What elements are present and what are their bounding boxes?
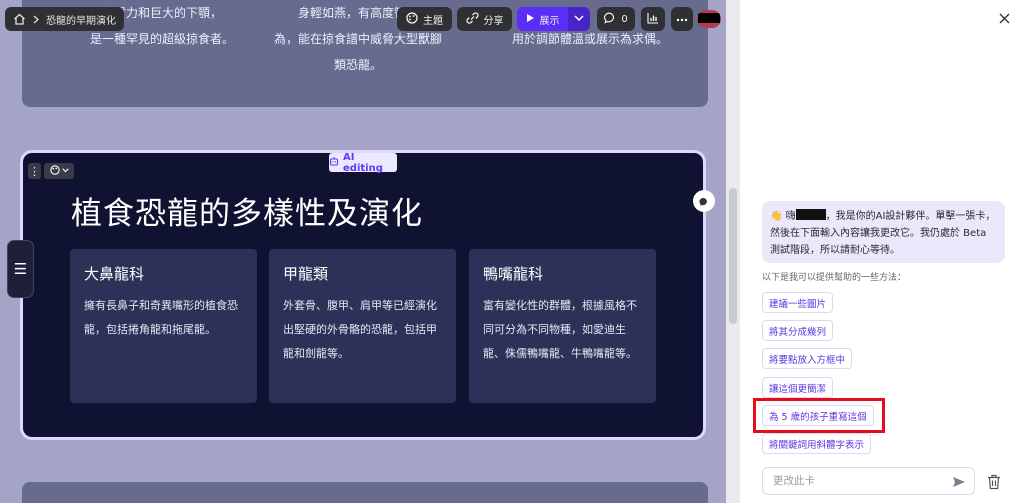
content-box-title[interactable]: 鴨嘴龍科 xyxy=(483,263,642,284)
palette-icon xyxy=(49,164,60,178)
card-edit-input-wrapper[interactable] xyxy=(762,467,975,495)
card-title[interactable]: 植食恐龍的多樣性及演化 xyxy=(71,188,423,233)
suggestion-button[interactable]: 將關鍵詞用斜體字表示 xyxy=(762,433,872,454)
breadcrumb[interactable]: 恐龍的早期演化 xyxy=(5,7,124,31)
assistant-greeting: 👋 嗨，我是你的AI設計夥伴。單擊一張卡，然後在下面輸入內容讓我更改它。我仍處於… xyxy=(762,201,1005,263)
menu-icon: ☰ xyxy=(13,260,28,278)
analytics-button[interactable] xyxy=(641,7,665,31)
add-comment-button[interactable] xyxy=(693,190,715,212)
text-line: 類恐龍。 xyxy=(333,58,382,72)
highlight-box xyxy=(753,398,885,433)
close-icon xyxy=(999,10,1010,28)
link-icon xyxy=(465,11,479,27)
play-icon xyxy=(526,13,535,26)
comments-count: 0 xyxy=(621,13,628,25)
suggestion-button[interactable]: 將要點放入方框中 xyxy=(762,348,853,369)
card-menu-button[interactable]: ⋮ xyxy=(28,163,41,179)
share-button[interactable]: 分享 xyxy=(457,7,512,31)
outline-toggle[interactable]: ☰ xyxy=(7,240,34,298)
content-box-title[interactable]: 大鼻龍科 xyxy=(84,263,243,284)
suggestion-button[interactable]: 讓這個更簡潔 xyxy=(762,377,834,398)
content-box-title[interactable]: 甲龍類 xyxy=(283,263,442,284)
home-icon[interactable] xyxy=(13,13,26,25)
redacted-name xyxy=(795,209,826,220)
content-box[interactable]: 大鼻龍科 擁有長鼻子和奇異嘴形的植食恐龍，包括捲角龍和拖尾龍。 xyxy=(70,249,257,403)
content-box[interactable]: 鴨嘴龍科 富有變化性的群體，根據風格不同可分為不同物種，如愛迪生龍、侏儒鴨嘴龍、… xyxy=(469,249,656,403)
share-label: 分享 xyxy=(483,15,504,27)
scrollbar-thumb[interactable] xyxy=(729,188,737,324)
more-horizontal-icon xyxy=(676,14,688,25)
avatar-redaction xyxy=(698,13,720,23)
chevron-right-icon xyxy=(33,15,39,24)
card-edit-input[interactable] xyxy=(773,475,943,487)
present-options-button[interactable] xyxy=(568,7,590,31)
bar-chart-icon xyxy=(647,12,659,27)
ai-editing-label: AI editing xyxy=(343,151,383,174)
more-options-button[interactable] xyxy=(671,7,693,31)
suggestion-button[interactable]: 建議一些圖片 xyxy=(762,292,834,313)
palette-icon xyxy=(406,11,418,27)
close-panel-button[interactable] xyxy=(994,9,1014,29)
content-box[interactable]: 甲龍類 外套骨、腹甲、肩甲等已經演化出堅硬的外骨骼的恐龍，包括甲龍和劍龍等。 xyxy=(269,249,456,403)
chevron-down-icon xyxy=(574,14,584,25)
greeting-prefix: 👋 嗨 xyxy=(770,211,796,222)
previous-card-column-3: 用於調節體溫或展示為求偶。 xyxy=(480,0,700,52)
theme-label: 主題 xyxy=(423,15,443,27)
content-box-body[interactable]: 擁有長鼻子和奇異嘴形的植食恐龍，包括捲角龍和拖尾龍。 xyxy=(84,294,243,342)
help-label: 以下是我可以提供幫助的一些方法： xyxy=(762,273,907,283)
next-card[interactable] xyxy=(22,482,708,503)
send-icon[interactable] xyxy=(952,474,966,488)
editor-canvas: 的臂力和巨大的下顎， 是一種罕見的超級掠食者。 身輕如燕，有高度智商 為，能在掠… xyxy=(0,0,726,503)
content-box-body[interactable]: 富有變化性的群體，根據風格不同可分為不同物種，如愛迪生龍、侏儒鴨嘴龍、牛鴨嘴龍等… xyxy=(483,294,642,366)
comments-button[interactable]: 0 xyxy=(597,7,635,31)
present-button[interactable]: 展示 xyxy=(517,7,568,31)
more-vertical-icon: ⋮ xyxy=(29,164,40,178)
trash-icon[interactable] xyxy=(987,474,1001,490)
ai-editing-badge: AI editing xyxy=(329,151,397,174)
chevron-down-icon xyxy=(61,166,69,176)
comment-icon xyxy=(699,192,709,211)
suggestion-button[interactable]: 將其分成幾列 xyxy=(762,320,834,341)
theme-button[interactable]: 主題 xyxy=(397,7,452,31)
card-style-button[interactable] xyxy=(44,163,74,179)
avatar[interactable] xyxy=(697,10,721,28)
robot-icon xyxy=(329,156,339,169)
breadcrumb-title[interactable]: 恐龍的早期演化 xyxy=(46,12,116,27)
canvas-scrollbar[interactable] xyxy=(726,0,740,503)
text-line: 用於調節體溫或展示為求偶。 xyxy=(511,32,668,46)
text-line xyxy=(480,0,700,26)
present-label: 展示 xyxy=(539,15,560,27)
ai-assistant-panel: 👋 嗨，我是你的AI設計夥伴。單擊一張卡，然後在下面輸入內容讓我更改它。我仍處於… xyxy=(740,0,1024,503)
content-box-body[interactable]: 外套骨、腹甲、肩甲等已經演化出堅硬的外骨骼的恐龍，包括甲龍和劍龍等。 xyxy=(283,294,442,366)
comment-icon xyxy=(604,12,616,27)
